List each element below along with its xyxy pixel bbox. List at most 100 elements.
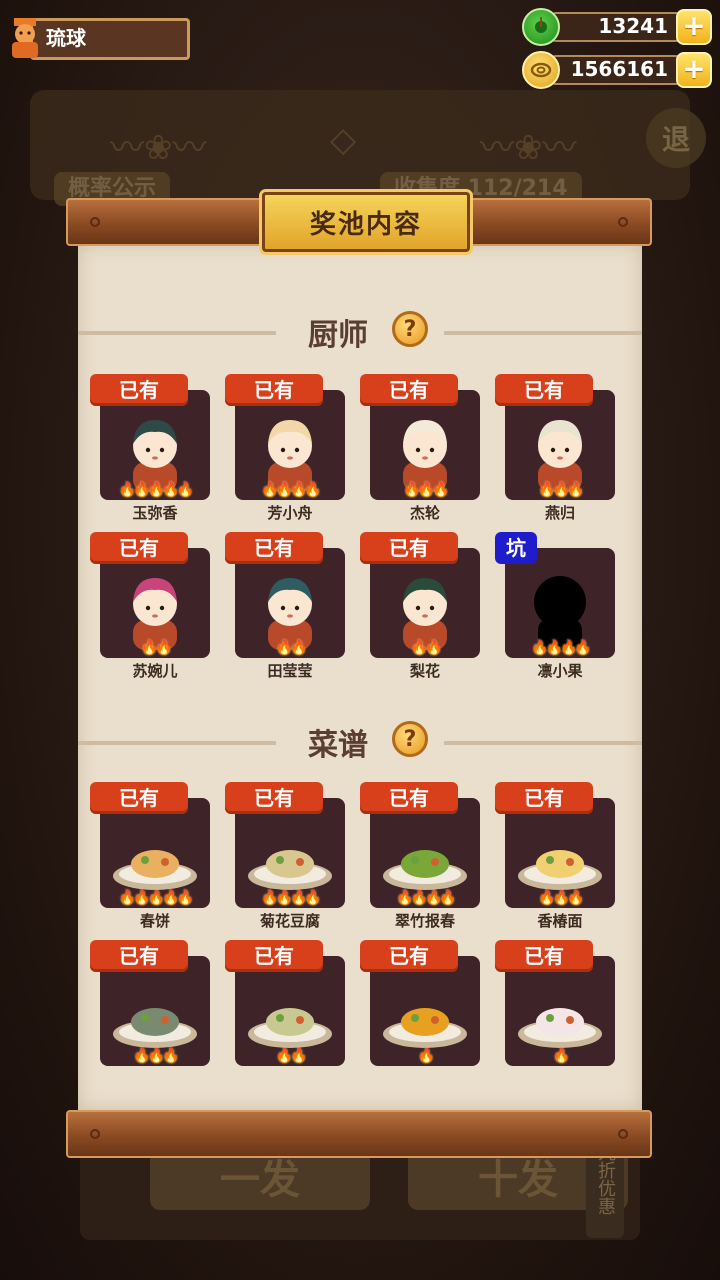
chef-portrait: 🔥🔥🔥🔥 bbox=[505, 548, 615, 658]
recipe-card[interactable]: 🔥🔥🔥🔥 已有翠竹报春 bbox=[360, 782, 482, 930]
prize-pool-title: 奖池内容 bbox=[262, 192, 470, 252]
chef-portrait: 🔥🔥🔥🔥🔥 bbox=[100, 390, 210, 500]
recipe-card[interactable]: 🔥🔥 已有 bbox=[225, 940, 347, 1082]
rarity-flames: 🔥🔥🔥 bbox=[403, 482, 449, 498]
jade-icon bbox=[522, 8, 560, 46]
recipe-section-header: 菜谱 ? bbox=[78, 720, 642, 763]
owned-badge: 已有 bbox=[495, 374, 593, 406]
recipe-portrait: 🔥🔥🔥🔥🔥 bbox=[100, 798, 210, 908]
chef-help-button[interactable]: ? bbox=[392, 311, 428, 347]
rarity-flames: 🔥🔥🔥 bbox=[538, 482, 584, 498]
rarity-flames: 🔥🔥🔥🔥 bbox=[261, 482, 322, 498]
rarity-flames: 🔥🔥🔥 bbox=[538, 890, 584, 906]
owned-badge: 已有 bbox=[360, 374, 458, 406]
chef-name: 凛小果 bbox=[537, 662, 583, 680]
recipe-portrait: 🔥🔥🔥 bbox=[505, 798, 615, 908]
ornament-center: ◇ bbox=[330, 120, 357, 160]
coin-icon bbox=[522, 51, 560, 89]
owned-badge: 坑 bbox=[495, 532, 537, 564]
rarity-flames: 🔥🔥 bbox=[140, 640, 173, 656]
owned-badge: 已有 bbox=[225, 940, 323, 972]
rarity-flames: 🔥🔥🔥🔥 bbox=[396, 890, 457, 906]
recipe-section-title: 菜谱 bbox=[308, 728, 368, 763]
rarity-flames: 🔥🔥 bbox=[410, 640, 443, 656]
player-avatar-icon bbox=[12, 18, 38, 58]
recipe-portrait: 🔥 bbox=[505, 956, 615, 1066]
recipe-name: 香椿面 bbox=[537, 912, 583, 930]
coin-amount: 1566161 bbox=[570, 57, 668, 81]
recipe-portrait: 🔥 bbox=[370, 956, 480, 1066]
rarity-flames: 🔥🔥🔥🔥🔥 bbox=[118, 890, 194, 906]
chef-name: 杰轮 bbox=[409, 504, 440, 522]
recipe-name: 翠竹报春 bbox=[394, 912, 455, 930]
chef-name: 芳小舟 bbox=[267, 504, 313, 522]
chef-name: 梨花 bbox=[409, 662, 440, 680]
chef-name: 玉弥香 bbox=[132, 504, 178, 522]
recipe-card[interactable]: 🔥🔥🔥 已有香椿面 bbox=[495, 782, 617, 930]
rarity-flames: 🔥 bbox=[552, 1048, 570, 1064]
draw-single-button[interactable]: 一发 bbox=[150, 1150, 370, 1210]
gem-counter: 13241 + bbox=[522, 8, 712, 46]
owned-badge: 已有 bbox=[225, 374, 323, 406]
chef-name: 苏婉儿 bbox=[132, 662, 178, 680]
add-coins-button[interactable]: + bbox=[676, 52, 712, 88]
recipe-portrait: 🔥🔥🔥🔥 bbox=[370, 798, 480, 908]
chef-portrait: 🔥🔥🔥 bbox=[505, 390, 615, 500]
chef-card[interactable]: 🔥🔥🔥 已有杰轮 bbox=[360, 374, 482, 522]
chef-card[interactable]: 🔥🔥 已有梨花 bbox=[360, 532, 482, 680]
owned-badge: 已有 bbox=[225, 782, 323, 814]
rarity-flames: 🔥🔥 bbox=[275, 1048, 308, 1064]
chef-card[interactable]: 🔥🔥🔥 已有燕归 bbox=[495, 374, 617, 522]
recipe-name: 春饼 bbox=[139, 912, 170, 930]
recipe-card[interactable]: 🔥🔥🔥 已有 bbox=[90, 940, 212, 1082]
exit-button[interactable]: 退 bbox=[646, 108, 706, 168]
chef-card[interactable]: 🔥🔥🔥🔥 坑凛小果 bbox=[495, 532, 617, 680]
ornament-right: 〰❀〰 bbox=[480, 128, 577, 168]
rarity-flames: 🔥🔥🔥🔥 bbox=[531, 640, 592, 656]
owned-badge: 已有 bbox=[225, 532, 323, 564]
chef-portrait: 🔥🔥 bbox=[235, 548, 345, 658]
recipe-portrait: 🔥🔥🔥 bbox=[100, 956, 210, 1066]
recipe-name: 菊花豆腐 bbox=[259, 912, 320, 930]
recipe-card[interactable]: 🔥 已有 bbox=[360, 940, 482, 1082]
player-name: 琉球 bbox=[46, 26, 86, 50]
rarity-flames: 🔥🔥🔥🔥 bbox=[261, 890, 322, 906]
rarity-flames: 🔥🔥🔥🔥🔥 bbox=[118, 482, 194, 498]
gem-amount: 13241 bbox=[598, 14, 668, 38]
owned-badge: 已有 bbox=[360, 782, 458, 814]
recipe-card[interactable]: 🔥🔥🔥🔥🔥 已有春饼 bbox=[90, 782, 212, 930]
recipe-portrait: 🔥🔥 bbox=[235, 956, 345, 1066]
recipe-card[interactable]: 🔥🔥🔥🔥 已有菊花豆腐 bbox=[225, 782, 347, 930]
recipe-portrait: 🔥🔥🔥🔥 bbox=[235, 798, 345, 908]
chef-portrait: 🔥🔥🔥 bbox=[370, 390, 480, 500]
owned-badge: 已有 bbox=[360, 532, 458, 564]
rarity-flames: 🔥🔥 bbox=[275, 640, 308, 656]
chef-card[interactable]: 🔥🔥 已有苏婉儿 bbox=[90, 532, 212, 680]
scroll-rod-bottom bbox=[66, 1110, 652, 1158]
owned-badge: 已有 bbox=[495, 940, 593, 972]
recipe-card[interactable]: 🔥 已有 bbox=[495, 940, 617, 1082]
rarity-flames: 🔥 bbox=[417, 1048, 435, 1064]
owned-badge: 已有 bbox=[90, 374, 188, 406]
owned-badge: 已有 bbox=[90, 532, 188, 564]
coin-counter: 1566161 + bbox=[522, 51, 712, 89]
chef-card[interactable]: 🔥🔥🔥🔥🔥 已有玉弥香 bbox=[90, 374, 212, 522]
chef-section-title: 厨师 bbox=[308, 318, 368, 353]
owned-badge: 已有 bbox=[90, 940, 188, 972]
chef-name: 田莹莹 bbox=[267, 662, 313, 680]
chef-card[interactable]: 🔥🔥 已有田莹莹 bbox=[225, 532, 347, 680]
chef-portrait: 🔥🔥🔥🔥 bbox=[235, 390, 345, 500]
chef-portrait: 🔥🔥 bbox=[100, 548, 210, 658]
owned-badge: 已有 bbox=[495, 782, 593, 814]
owned-badge: 已有 bbox=[90, 782, 188, 814]
chef-card[interactable]: 🔥🔥🔥🔥 已有芳小舟 bbox=[225, 374, 347, 522]
chef-portrait: 🔥🔥 bbox=[370, 548, 480, 658]
player-info[interactable]: 琉球 bbox=[6, 16, 190, 62]
chef-name: 燕归 bbox=[544, 504, 575, 522]
rarity-flames: 🔥🔥🔥 bbox=[133, 1048, 179, 1064]
chef-section-header: 厨师 ? bbox=[78, 310, 642, 353]
ornament-left: 〰❀〰 bbox=[110, 128, 207, 168]
recipe-help-button[interactable]: ? bbox=[392, 721, 428, 757]
owned-badge: 已有 bbox=[360, 940, 458, 972]
add-gems-button[interactable]: + bbox=[676, 9, 712, 45]
